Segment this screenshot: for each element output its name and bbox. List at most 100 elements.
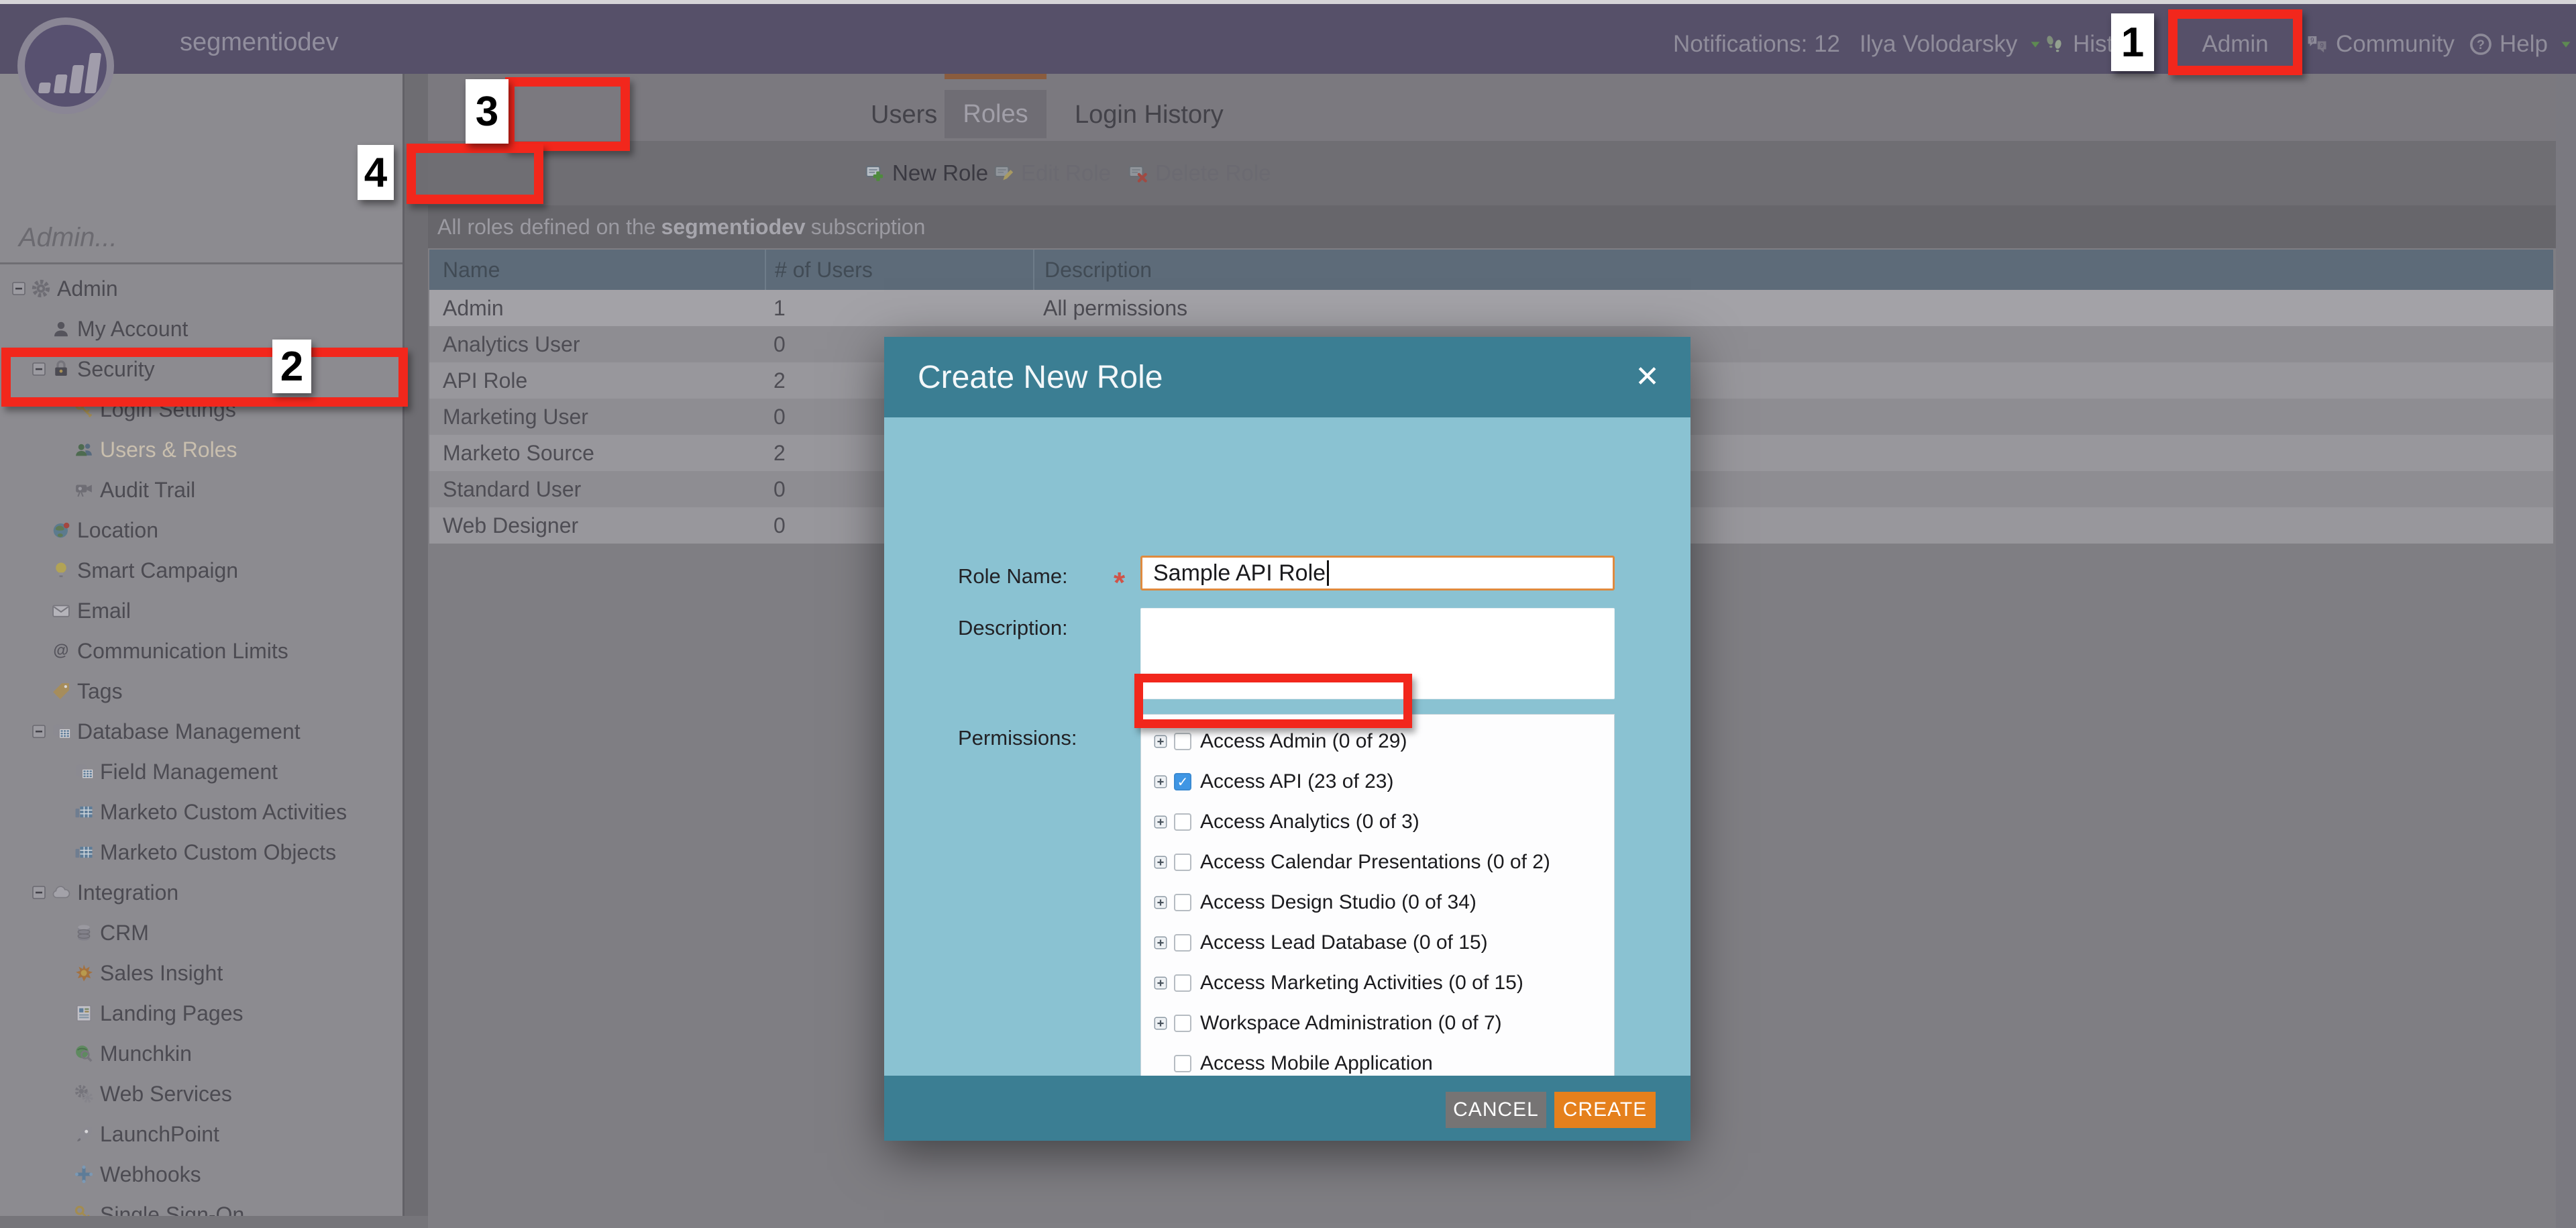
sidebar-item-field-management[interactable]: Field Management bbox=[0, 752, 402, 792]
expand-plus-icon[interactable] bbox=[1153, 815, 1168, 829]
tab-login-history[interactable]: Login History bbox=[1075, 101, 1224, 130]
collapse-toggle-icon[interactable] bbox=[31, 723, 47, 739]
roles-toolbar: New Role Edit Role Delete Role bbox=[428, 141, 2556, 205]
column-header-users[interactable]: # of Users bbox=[765, 250, 1033, 290]
sidebar-item-crm[interactable]: CRM bbox=[0, 913, 402, 953]
cell-name: Analytics User bbox=[429, 332, 765, 357]
sidebar-item-label: Sales Insight bbox=[100, 961, 223, 986]
tab-users[interactable]: Users bbox=[871, 101, 937, 130]
annotation-box-new-role bbox=[407, 144, 543, 204]
svg-text:9: 9 bbox=[2310, 37, 2314, 44]
sidebar-item-sales-insight[interactable]: Sales Insight bbox=[0, 953, 402, 993]
delete-role-button[interactable]: Delete Role bbox=[1127, 141, 1271, 205]
help-menu[interactable]: ? Help bbox=[2469, 31, 2573, 58]
checkbox-icon[interactable] bbox=[1174, 813, 1191, 831]
checkbox-icon[interactable] bbox=[1174, 733, 1191, 750]
checkbox-checked-icon[interactable]: ✓ bbox=[1174, 773, 1191, 790]
users-icon bbox=[74, 440, 94, 460]
permission-item-access-design-studio-0-of-34[interactable]: Access Design Studio (0 of 34) bbox=[1141, 882, 1614, 923]
sidebar-item-database-management[interactable]: Database Management bbox=[0, 711, 402, 752]
expand-plus-icon[interactable] bbox=[1153, 855, 1168, 870]
sidebar-item-email[interactable]: Email bbox=[0, 591, 402, 631]
sidebar-item-audit-trail[interactable]: Audit Trail bbox=[0, 470, 402, 510]
expand-plus-icon[interactable] bbox=[1153, 895, 1168, 910]
sidebar-item-munchkin[interactable]: Munchkin bbox=[0, 1033, 402, 1074]
sidebar-item-communication-limits[interactable]: @Communication Limits bbox=[0, 631, 402, 671]
delete-role-icon bbox=[1127, 162, 1148, 184]
sidebar-item-admin[interactable]: Admin bbox=[0, 268, 402, 309]
sidebar-item-marketo-custom-objects[interactable]: Marketo Custom Objects bbox=[0, 832, 402, 872]
permission-label: Access API (23 of 23) bbox=[1200, 770, 1393, 793]
sidebar-search-input[interactable]: Admin... bbox=[19, 223, 381, 253]
table-header-row: Name # of Users Description bbox=[429, 250, 2553, 290]
sidebar-item-tags[interactable]: Tags bbox=[0, 671, 402, 711]
new-role-button[interactable]: New Role bbox=[864, 141, 988, 205]
community-link[interactable]: 99 Community bbox=[2305, 31, 2455, 58]
cancel-button[interactable]: CANCEL bbox=[1446, 1092, 1546, 1128]
logo-bars-icon bbox=[38, 53, 101, 93]
sidebar-item-label: Marketo Custom Objects bbox=[100, 840, 336, 865]
permission-item-access-analytics-0-of-3[interactable]: Access Analytics (0 of 3) bbox=[1141, 802, 1614, 842]
community-icon: 99 bbox=[2305, 32, 2329, 56]
permission-label: Access Lead Database (0 of 15) bbox=[1200, 931, 1488, 954]
edit-role-button[interactable]: Edit Role bbox=[993, 141, 1111, 205]
sidebar-item-landing-pages[interactable]: Landing Pages bbox=[0, 993, 402, 1033]
sidebar-item-web-services[interactable]: Web Services bbox=[0, 1074, 402, 1114]
checkbox-icon[interactable] bbox=[1174, 1015, 1191, 1032]
expand-plus-icon[interactable] bbox=[1153, 976, 1168, 990]
cell-name: API Role bbox=[429, 368, 765, 393]
plusnode-icon bbox=[74, 1164, 94, 1184]
sidebar-item-location[interactable]: Location bbox=[0, 510, 402, 550]
user-menu[interactable]: Ilya Volodarsky bbox=[1860, 31, 2043, 58]
column-header-description[interactable]: Description bbox=[1033, 250, 2553, 290]
checkbox-icon[interactable] bbox=[1174, 974, 1191, 992]
expand-plus-icon[interactable] bbox=[1153, 1016, 1168, 1031]
permission-item-access-calendar-presentations-0-of-2[interactable]: Access Calendar Presentations (0 of 2) bbox=[1141, 842, 1614, 882]
tab-roles[interactable]: Roles bbox=[945, 90, 1046, 138]
sidebar-item-integration[interactable]: Integration bbox=[0, 872, 402, 913]
sidebar-item-launchpoint[interactable]: LaunchPoint bbox=[0, 1114, 402, 1154]
sidebar-item-label: Munchkin bbox=[100, 1041, 192, 1066]
role-name-input[interactable]: Sample API Role bbox=[1140, 556, 1615, 591]
sidebar-bottom-strip bbox=[0, 1216, 428, 1228]
marketo-logo[interactable] bbox=[17, 17, 114, 114]
checkbox-icon[interactable] bbox=[1174, 1055, 1191, 1072]
checkbox-icon[interactable] bbox=[1174, 894, 1191, 911]
notifications-link[interactable]: Notifications: 12 bbox=[1673, 31, 1840, 58]
sidebar-item-webhooks[interactable]: Webhooks bbox=[0, 1154, 402, 1194]
svg-text:9: 9 bbox=[2320, 42, 2323, 50]
checkbox-icon[interactable] bbox=[1174, 854, 1191, 871]
cell-description: All permissions bbox=[1033, 296, 2553, 321]
checkbox-icon[interactable] bbox=[1174, 934, 1191, 952]
sidebar-item-users-roles[interactable]: Users & Roles bbox=[0, 429, 402, 470]
sidebar-item-label: Communication Limits bbox=[77, 639, 288, 664]
permission-item-access-lead-database-0-of-15[interactable]: Access Lead Database (0 of 15) bbox=[1141, 923, 1614, 963]
dbcyl-icon bbox=[74, 923, 94, 943]
permission-item-access-marketing-activities-0-of-15[interactable]: Access Marketing Activities (0 of 15) bbox=[1141, 963, 1614, 1003]
expand-plus-icon[interactable] bbox=[1153, 734, 1168, 749]
expand-plus-icon[interactable] bbox=[1153, 774, 1168, 789]
annotation-box-access-api bbox=[1134, 674, 1412, 728]
permission-item-access-api-23-of-23[interactable]: ✓ Access API (23 of 23) bbox=[1141, 762, 1614, 802]
column-header-name[interactable]: Name bbox=[429, 250, 765, 290]
cell-users: 1 bbox=[765, 296, 1033, 321]
sidebar-resize-handle[interactable] bbox=[402, 74, 428, 1228]
permission-item-workspace-administration-0-of-7[interactable]: Workspace Administration (0 of 7) bbox=[1141, 1003, 1614, 1043]
envelope-icon bbox=[51, 601, 71, 621]
sidebar-item-marketo-custom-activities[interactable]: Marketo Custom Activities bbox=[0, 792, 402, 832]
permission-label: Access Analytics (0 of 3) bbox=[1200, 811, 1419, 833]
close-icon[interactable]: ✕ bbox=[1635, 360, 1660, 394]
sidebar-item-label: Admin bbox=[57, 276, 118, 301]
admin-nav-tree: AdminMy AccountSecurityLogin SettingsUse… bbox=[0, 268, 402, 1228]
create-button[interactable]: CREATE bbox=[1554, 1092, 1656, 1128]
expand-plus-icon[interactable] bbox=[1153, 935, 1168, 950]
sidebar-item-smart-campaign[interactable]: Smart Campaign bbox=[0, 550, 402, 591]
collapse-toggle-icon[interactable] bbox=[11, 280, 27, 297]
sidebar-item-label: Web Services bbox=[100, 1082, 232, 1107]
sidebar-item-my-account[interactable]: My Account bbox=[0, 309, 402, 349]
table-row-admin[interactable]: Admin1All permissions bbox=[429, 290, 2553, 326]
collapse-toggle-icon[interactable] bbox=[31, 884, 47, 901]
cell-name: Marketing User bbox=[429, 405, 765, 429]
sidebar-item-label: Marketo Custom Activities bbox=[100, 800, 347, 825]
globe-icon bbox=[51, 520, 71, 540]
